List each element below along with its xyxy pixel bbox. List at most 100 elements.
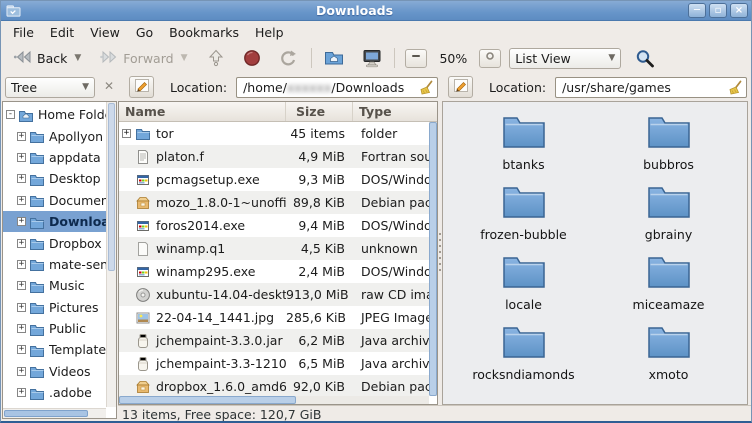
sidebar-item-appdata[interactable]: +appdata [3, 147, 106, 168]
forward-button[interactable]: Forward ▼ [95, 47, 191, 69]
search-button[interactable] [631, 47, 659, 69]
title-bar[interactable]: Downloads ─ ▫ × [1, 1, 751, 21]
folder-item-btanks[interactable]: btanks [451, 112, 596, 182]
sidebar-item-dropbox[interactable]: +Dropbox [3, 232, 106, 253]
zoom-out-button[interactable] [405, 49, 427, 68]
sidebar-vertical-scrollbar[interactable] [106, 102, 116, 407]
folder-icon [501, 252, 547, 294]
tree-expander[interactable]: + [17, 174, 26, 183]
up-button[interactable] [203, 47, 231, 69]
folder-item-locale[interactable]: locale [451, 252, 596, 322]
sidebar-item-pictures[interactable]: +Pictures [3, 297, 106, 318]
tree-expander[interactable]: + [17, 153, 26, 162]
sidebar-item--adobe[interactable]: +.adobe [3, 382, 106, 403]
file-name: jchempaint-3.3-1210... [156, 356, 286, 371]
sidebar-item-music[interactable]: + Music [3, 275, 106, 296]
menu-view[interactable]: View [82, 23, 128, 42]
tree-expander[interactable]: + [17, 303, 26, 312]
forward-history-chevron-icon[interactable]: ▼ [181, 53, 188, 63]
row-expander[interactable]: + [122, 129, 131, 138]
file-name: winamp.q1 [156, 241, 225, 256]
sidebar-item-home-folder[interactable]: -Home Folder [3, 104, 106, 125]
file-row[interactable]: +jchempaint-3.3.0.jar6,2 MiBJava archive [119, 329, 429, 352]
tree-expander[interactable]: + [17, 281, 26, 290]
tree-expander[interactable]: + [17, 196, 26, 205]
side-pane-mode-select[interactable]: Tree ▼ [5, 77, 95, 98]
sidebar-item-public[interactable]: +Public [3, 318, 106, 339]
sidebar-horizontal-scrollbar[interactable] [3, 408, 106, 418]
file-row[interactable]: +mozo_1.8.0-1~unoffi...89,8 KiBDebian pa… [119, 191, 429, 214]
file-row[interactable]: +pcmagsetup.exe9,3 MiBDOS/Windows ex [119, 168, 429, 191]
left-location-input[interactable]: /home/xxxxxx/Downloads [236, 77, 438, 98]
tree-expander[interactable]: + [17, 388, 26, 397]
clear-location-broom-icon[interactable] [418, 80, 434, 96]
minimize-button[interactable]: ─ [688, 3, 706, 18]
file-row[interactable]: +dropbox_1.6.0_amd6...92,0 KiBDebian pac… [119, 375, 429, 396]
right-location-input[interactable]: /usr/share/games [555, 77, 747, 98]
tree-expander[interactable]: + [17, 217, 26, 226]
sidebar-item-apollyon[interactable]: +Apollyon [3, 125, 106, 146]
file-list-horizontal-scrollbar[interactable] [119, 396, 429, 404]
file-row[interactable]: +22-04-14_1441.jpg285,6 KiBJPEG Image [119, 306, 429, 329]
edit-location-button[interactable] [448, 76, 473, 98]
folder-item-rocksndiamonds[interactable]: rocksndiamonds [451, 322, 596, 392]
maximize-button[interactable]: ▫ [709, 3, 727, 18]
tree-expander[interactable]: + [17, 239, 26, 248]
back-button[interactable]: Back ▼ [9, 47, 85, 69]
column-header-type[interactable]: Type [353, 102, 437, 121]
sidebar-item-templates[interactable]: +Templates [3, 339, 106, 360]
column-header-size[interactable]: Size [286, 102, 353, 121]
search-icon [635, 49, 655, 67]
stop-button[interactable] [239, 47, 267, 69]
refresh-button[interactable] [275, 47, 303, 69]
icon-view-pane: btanks bubbrosfrozen-bubblegbrainylocalem… [442, 101, 748, 405]
menu-file[interactable]: File [5, 23, 42, 42]
file-row[interactable]: +foros2014.exe9,4 MiBDOS/Windows ex [119, 214, 429, 237]
folder-icon [501, 322, 547, 364]
folder-item-xmoto[interactable]: xmoto [596, 322, 741, 392]
zoom-in-icon [484, 50, 496, 66]
edit-location-button[interactable] [129, 76, 154, 98]
back-history-chevron-icon[interactable]: ▼ [74, 53, 81, 63]
file-list-vertical-scrollbar[interactable] [429, 122, 437, 396]
close-side-pane-button[interactable]: ✕ [100, 78, 118, 96]
file-row[interactable]: +xubuntu-14.04-deskt...913,0 MiBraw CD i… [119, 283, 429, 306]
file-row[interactable]: +jchempaint-3.3-1210...6,5 MiBJava archi… [119, 352, 429, 375]
folder-item-miceamaze[interactable]: miceamaze [596, 252, 741, 322]
folder-item-gbrainy[interactable]: gbrainy [596, 182, 741, 252]
menu-help[interactable]: Help [247, 23, 292, 42]
column-header-name[interactable]: Name [119, 102, 286, 121]
sidebar-item-videos[interactable]: +Videos [3, 361, 106, 382]
view-mode-select[interactable]: List View ▼ [509, 48, 621, 69]
file-type: Java archive [353, 333, 429, 348]
tree-expander[interactable]: + [17, 260, 26, 269]
folder-item-bubbros[interactable]: bubbros [596, 112, 741, 182]
menu-edit[interactable]: Edit [42, 23, 82, 42]
zoom-in-button[interactable] [479, 49, 501, 68]
file-row[interactable]: +winamp.q14,5 KiBunknown [119, 237, 429, 260]
tree-expander[interactable]: + [17, 132, 26, 141]
tree-expander[interactable]: + [17, 324, 26, 333]
sidebar-item-label: Music [49, 278, 85, 293]
file-row[interactable]: +winamp295.exe2,4 MiBDOS/Windows ex [119, 260, 429, 283]
location-label: Location: [489, 80, 546, 95]
close-button[interactable]: × [730, 3, 748, 18]
folder-label: xmoto [649, 367, 689, 382]
file-row[interactable]: +tor45 itemsfolder [119, 122, 429, 145]
tree-expander[interactable]: + [17, 345, 26, 354]
file-row[interactable]: +platon.f4,9 MiBFortran source co [119, 145, 429, 168]
menu-bookmarks[interactable]: Bookmarks [161, 23, 247, 42]
folder-item-frozen-bubble[interactable]: frozen-bubble [451, 182, 596, 252]
sidebar-item-desktop[interactable]: +Desktop [3, 168, 106, 189]
folder-label: btanks [502, 157, 544, 172]
sidebar-item-mate-sensors-[interactable]: +mate-sensors- [3, 254, 106, 275]
home-button[interactable] [320, 47, 348, 69]
sidebar-item-documents[interactable]: +Documents [3, 190, 106, 211]
menu-go[interactable]: Go [128, 23, 161, 42]
sidebar-item--avogadro[interactable]: +.avogadro [3, 403, 106, 407]
tree-expander[interactable]: + [17, 367, 26, 376]
computer-button[interactable] [358, 47, 386, 69]
clear-location-broom-icon[interactable] [727, 80, 743, 96]
tree-expander[interactable]: - [6, 110, 15, 119]
sidebar-item-downloads[interactable]: +Downloads [3, 211, 106, 232]
